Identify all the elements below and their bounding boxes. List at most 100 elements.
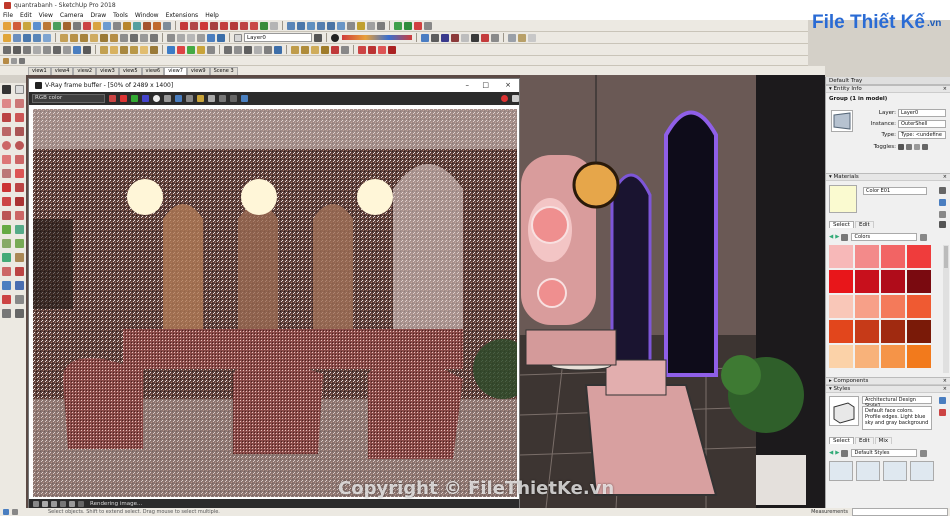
close-panel-icon[interactable]: × [943, 174, 947, 180]
plugin-icon[interactable] [321, 45, 329, 54]
layers-icon[interactable] [234, 33, 242, 42]
plugin-icon[interactable] [424, 21, 432, 30]
rgb-channel-icon[interactable] [109, 95, 116, 102]
component-icon[interactable] [80, 33, 88, 42]
material-swatch[interactable] [907, 270, 931, 293]
house-icon[interactable] [130, 33, 138, 42]
tab-view2[interactable]: view2 [73, 67, 97, 75]
material-swatch[interactable] [907, 245, 931, 268]
component-icon[interactable] [60, 33, 68, 42]
orbit-icon[interactable] [13, 33, 21, 42]
plugin-icon[interactable] [388, 45, 396, 54]
close-panel-icon[interactable]: × [943, 386, 947, 392]
plugin-icon[interactable] [63, 21, 71, 30]
plugin-icon[interactable] [394, 21, 402, 30]
style-icon[interactable] [177, 33, 185, 42]
section-icon[interactable] [431, 33, 439, 42]
plugin-icon[interactable] [3, 21, 11, 30]
region-render-icon[interactable] [219, 95, 226, 102]
plugin-icon[interactable] [270, 21, 278, 30]
menu-tools[interactable]: Tools [113, 12, 128, 19]
follow-me-icon[interactable] [15, 197, 24, 206]
forward-icon[interactable]: ▶ [835, 234, 839, 240]
plugin-icon[interactable] [13, 45, 21, 54]
section-icon[interactable] [491, 33, 499, 42]
eraser-icon[interactable] [15, 99, 24, 108]
arc-icon[interactable] [2, 169, 11, 178]
alpha-icon[interactable] [153, 95, 160, 102]
close-panel-icon[interactable]: × [943, 378, 947, 384]
circle-icon[interactable] [2, 141, 11, 150]
close-icon[interactable]: × [505, 81, 511, 89]
hidden-toggle-icon[interactable] [898, 144, 904, 150]
red-channel-icon[interactable] [120, 95, 127, 102]
stop-render-icon[interactable] [501, 95, 508, 102]
eraser-icon[interactable] [15, 85, 24, 94]
type-field[interactable]: Type: <undefine [898, 131, 946, 139]
layer-manager-icon[interactable] [314, 33, 322, 42]
track-mouse-icon[interactable] [208, 95, 215, 102]
protractor-icon[interactable] [2, 239, 11, 248]
style-thumbnail[interactable] [910, 461, 934, 481]
plugin-icon[interactable] [200, 21, 208, 30]
plugin-icon[interactable] [240, 21, 248, 30]
style-icon[interactable] [187, 33, 195, 42]
month-slider[interactable] [342, 35, 412, 40]
receive-shadow-icon[interactable] [914, 144, 920, 150]
section-icon[interactable] [421, 33, 429, 42]
channel-select[interactable]: RGB color [32, 94, 105, 103]
credits-icon[interactable] [12, 509, 18, 515]
plugin-icon[interactable] [43, 45, 51, 54]
plugin-icon[interactable] [19, 57, 25, 64]
forward-icon[interactable]: ▶ [835, 450, 839, 456]
material-swatch[interactable] [829, 270, 853, 293]
plugin-icon[interactable] [113, 21, 121, 30]
arc-icon[interactable] [2, 155, 11, 164]
polygon-icon[interactable] [15, 141, 24, 150]
create-material-icon[interactable] [939, 199, 946, 206]
plugin-icon[interactable] [23, 21, 31, 30]
plugin-icon[interactable] [190, 21, 198, 30]
tab-view5[interactable]: view5 [118, 67, 142, 75]
plugin-icon[interactable] [163, 21, 171, 30]
zoom-icon[interactable] [33, 33, 41, 42]
plugin-icon[interactable] [123, 21, 131, 30]
material-swatch[interactable] [907, 345, 931, 368]
plugin-icon[interactable] [140, 45, 148, 54]
material-swatch[interactable] [829, 245, 853, 268]
plugin-icon[interactable] [260, 21, 268, 30]
tab-view7[interactable]: view7 [164, 67, 187, 75]
save-image-icon[interactable] [175, 95, 182, 102]
duplicate-icon[interactable] [197, 95, 204, 102]
tape-measure-icon[interactable] [2, 225, 11, 234]
style-icon[interactable] [207, 33, 215, 42]
plugin-icon[interactable] [187, 45, 195, 54]
measurements-box[interactable] [852, 508, 948, 516]
home-icon[interactable] [841, 233, 849, 241]
view-icon[interactable] [297, 21, 305, 30]
plugin-icon[interactable] [311, 45, 319, 54]
material-swatch[interactable] [829, 345, 853, 368]
push-pull-icon[interactable] [15, 183, 24, 192]
material-swatch[interactable] [855, 245, 879, 268]
tab-edit[interactable]: Edit [854, 437, 874, 444]
plugin-icon[interactable] [508, 33, 516, 42]
style-icon[interactable] [197, 33, 205, 42]
section-icon[interactable] [461, 33, 469, 42]
style-description[interactable]: Default face colors. Profile edges. Ligh… [862, 406, 932, 430]
paint-bucket-icon[interactable] [2, 99, 11, 108]
position-camera-icon[interactable] [2, 309, 11, 318]
style-library-select[interactable]: Default Styles [851, 449, 918, 457]
view-icon[interactable] [327, 21, 335, 30]
freehand-icon[interactable] [15, 113, 24, 122]
create-style-icon[interactable] [939, 397, 946, 404]
details-icon[interactable] [920, 233, 928, 241]
plugin-icon[interactable] [53, 45, 61, 54]
plugin-icon[interactable] [341, 45, 349, 54]
view-icon[interactable] [307, 21, 315, 30]
plugin-icon[interactable] [53, 21, 61, 30]
plugin-icon[interactable] [100, 45, 108, 54]
view-icon[interactable] [337, 21, 345, 30]
plugin-icon[interactable] [83, 45, 91, 54]
plugin-icon[interactable] [73, 45, 81, 54]
